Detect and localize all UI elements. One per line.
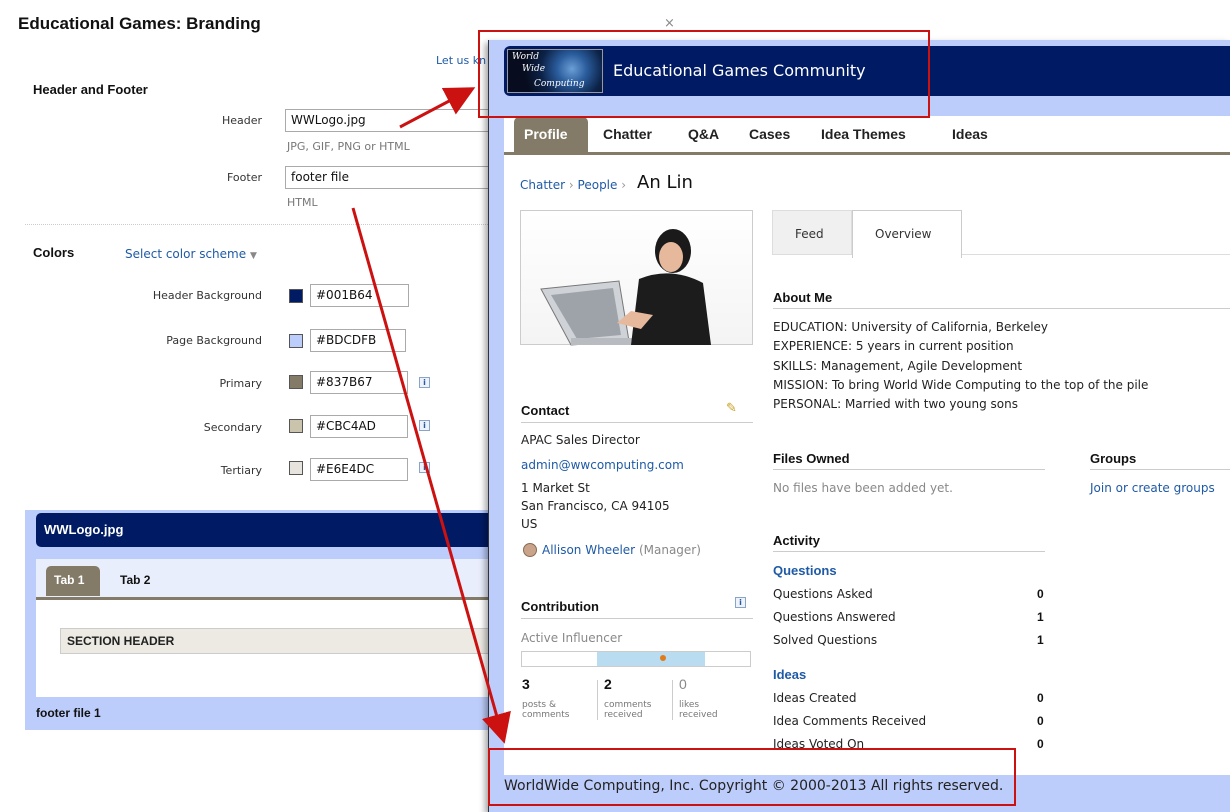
callout-arrows	[351, 87, 511, 744]
header-arrow	[399, 87, 476, 129]
footer-arrow	[351, 207, 511, 744]
